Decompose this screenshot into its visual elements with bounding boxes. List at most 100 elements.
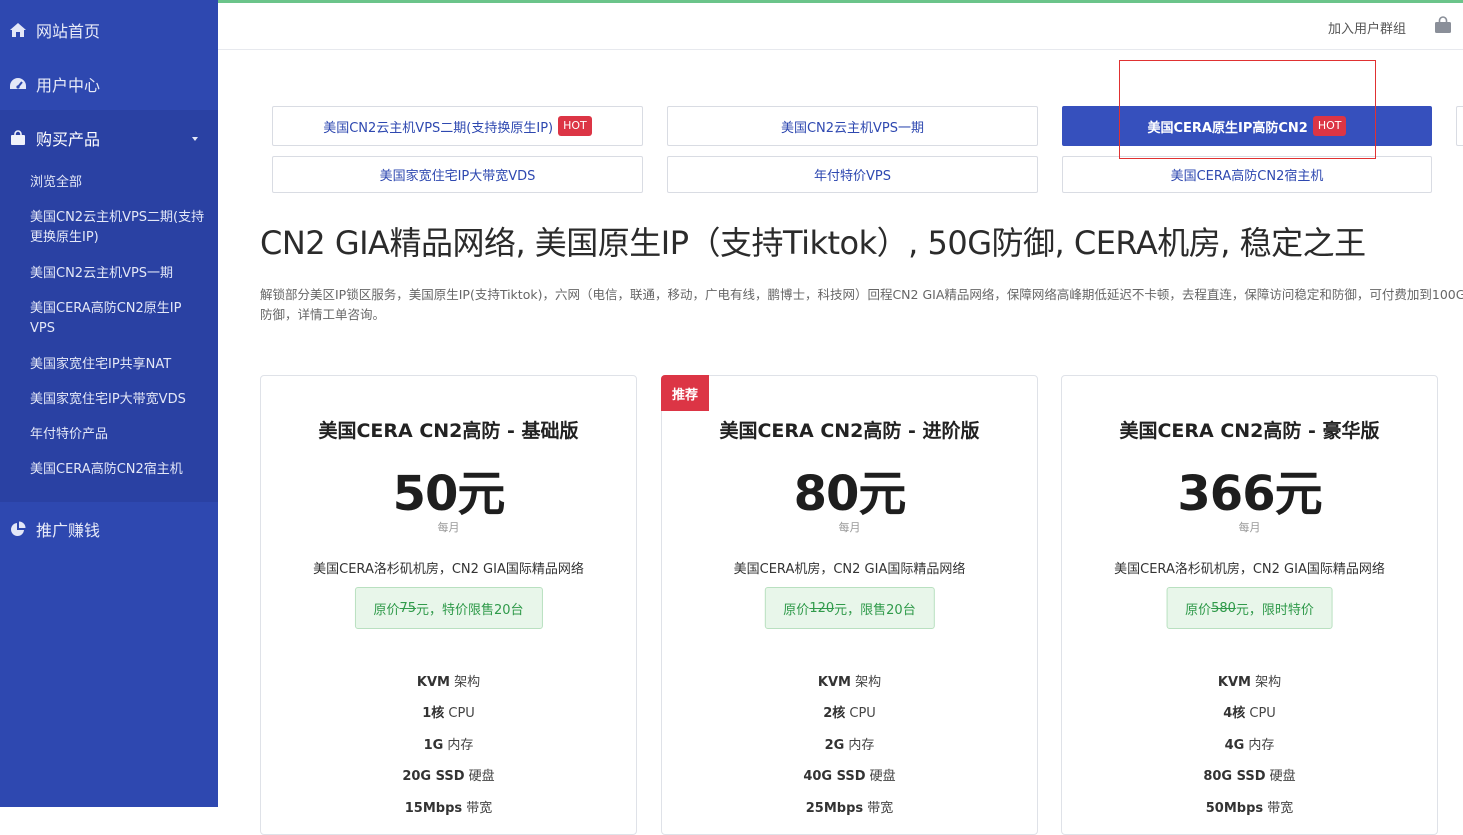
spec-value: 2核 (823, 706, 846, 721)
spec-row: 2核 CPU (662, 702, 1037, 721)
promo-prefix: 原价 (1185, 602, 1212, 618)
spec-value: 15Mbps (404, 801, 463, 816)
spec-label: 带宽 (863, 801, 894, 816)
promo-box: 原价 580 元，限时特价 (1166, 587, 1333, 629)
page-description: 解锁部分美区IP锁区服务，美国原生IP(支持Tiktok)，六网（电信，联通，移… (260, 287, 1463, 322)
spec-value: KVM (817, 675, 851, 690)
sub-item-annual[interactable]: 年付特价产品 (30, 425, 210, 445)
spec-label: 架构 (1250, 675, 1282, 690)
nav-home[interactable]: 网站首页 (0, 3, 218, 57)
spec-label: CPU (444, 706, 475, 721)
dashboard-icon (0, 76, 36, 92)
nav-buy-label: 购买产品 (36, 130, 101, 149)
spec-value: 2G (824, 738, 845, 753)
original-price: 120 (809, 600, 835, 616)
tab-annual-vps[interactable]: 年付特价VPS (667, 156, 1038, 193)
product-card: 美国CERA CN2高防 - 豪华版 366元 每月 美国CERA洛杉矶机房，C… (1061, 375, 1438, 835)
page-title: CN2 GIA精品网络, 美国原生IP（支持Tiktok）, 50G防御, CE… (260, 224, 1366, 262)
tab-label: 美国CERA高防CN2宿主机 (1170, 169, 1324, 184)
sub-item-home-nat[interactable]: 美国家宽住宅IP共享NAT (30, 355, 210, 375)
spec-value: KVM (416, 675, 450, 690)
product-card: 美国CERA CN2高防 - 基础版 50元 每月 美国CERA洛杉矶机房，CN… (260, 375, 637, 835)
product-location: 美国CERA机房，CN2 GIA国际精品网络 (733, 562, 966, 577)
spec-label: 硬盘 (464, 769, 495, 784)
spec-label: CPU (1245, 706, 1276, 721)
product-price: 50元 (392, 466, 506, 522)
nav-affiliate-label: 推广赚钱 (36, 521, 101, 540)
spec-value: 1核 (422, 706, 445, 721)
spec-value: 80G SSD (1203, 769, 1266, 784)
spec-label: CPU (845, 706, 876, 721)
spec-label: 带宽 (1263, 801, 1294, 816)
spec-value: 25Mbps (805, 801, 864, 816)
highlight-box (1119, 60, 1376, 159)
product-title: 美国CERA CN2高防 - 豪华版 (1119, 420, 1380, 442)
tab-label: 美国CN2云主机VPS二期(支持换原生IP) (323, 120, 554, 136)
promo-suffix: 元，限售20台 (834, 602, 916, 618)
spec-row: 1核 CPU (261, 702, 636, 721)
spec-label: 硬盘 (1265, 769, 1296, 784)
tab-cn2-vps-2[interactable]: 美国CN2云主机VPS二期(支持换原生IP) HOT (272, 106, 643, 146)
spec-label: 内存 (1244, 738, 1275, 753)
spec-label: 架构 (850, 675, 882, 690)
nav-user-center[interactable]: 用户中心 (0, 57, 218, 111)
tab-label: 美国家宽住宅IP大带宽VDS (379, 169, 536, 184)
spec-row: 4核 CPU (1062, 702, 1437, 721)
spec-row: 1G 内存 (261, 734, 636, 753)
tab-cn2-vps-1[interactable]: 美国CN2云主机VPS一期 (667, 106, 1038, 146)
sub-item-cera-host[interactable]: 美国CERA高防CN2宿主机 (30, 460, 210, 480)
chevron-down-icon (192, 137, 198, 141)
tab-home-vds[interactable]: 美国家宽住宅IP大带宽VDS (272, 156, 643, 193)
promo-prefix: 原价 (373, 602, 400, 618)
spec-row: 4G 内存 (1062, 734, 1437, 753)
original-price: 580 (1211, 600, 1236, 616)
spec-value: 4核 (1223, 706, 1246, 721)
spec-row: 2G 内存 (662, 734, 1037, 753)
nav-affiliate[interactable]: 推广赚钱 (0, 502, 218, 556)
spec-row: 80G SSD 硬盘 (1062, 765, 1437, 784)
original-price: 75 (399, 600, 417, 616)
product-title: 美国CERA CN2高防 - 基础版 (318, 420, 579, 442)
sub-item-browse-all[interactable]: 浏览全部 (30, 173, 210, 193)
product-title: 美国CERA CN2高防 - 进阶版 (719, 420, 980, 442)
spec-label: 架构 (449, 675, 481, 690)
spec-row: 20G SSD 硬盘 (261, 765, 636, 784)
promo-box: 原价 120 元，限售20台 (764, 587, 935, 629)
tab-overflow[interactable] (1456, 106, 1463, 146)
pie-chart-icon (0, 521, 36, 537)
spec-row: KVM 架构 (261, 671, 636, 690)
home-icon (0, 22, 36, 38)
spec-value: 40G SSD (803, 769, 866, 784)
spec-value: 50Mbps (1205, 801, 1264, 816)
promo-prefix: 原价 (783, 602, 810, 618)
promo-suffix: 元，特价限售20台 (416, 602, 524, 618)
sub-item-cn2-vps-2[interactable]: 美国CN2云主机VPS二期(支持更换原生IP) (30, 208, 210, 248)
sidebar: 网站首页 用户中心 购买产品 浏览全部 美国CN2云主机VPS二期(支持更换原生… (0, 0, 218, 807)
spec-row: KVM 架构 (1062, 671, 1437, 690)
product-price: 80元 (793, 466, 907, 522)
spec-label: 内存 (443, 738, 474, 753)
sub-item-cn2-vps-1[interactable]: 美国CN2云主机VPS一期 (30, 264, 210, 284)
spec-row: 40G SSD 硬盘 (662, 765, 1037, 784)
sub-item-home-vds[interactable]: 美国家宽住宅IP大带宽VDS (30, 390, 210, 410)
spec-label: 带宽 (462, 801, 493, 816)
sub-item-cera-vps[interactable]: 美国CERA高防CN2原生IP VPS (30, 299, 195, 339)
cart-icon[interactable] (1434, 16, 1452, 38)
recommended-badge: 推荐 (661, 375, 709, 411)
join-group-link[interactable]: 加入用户群组 (1328, 18, 1406, 37)
tab-label: 美国CN2云主机VPS一期 (780, 120, 925, 136)
spec-value: 1G (423, 738, 444, 753)
shopping-bag-icon (0, 130, 36, 146)
spec-label: 硬盘 (865, 769, 896, 784)
spec-value: 20G SSD (402, 769, 465, 784)
nav-home-label: 网站首页 (36, 22, 101, 41)
spec-row: KVM 架构 (662, 671, 1037, 690)
spec-label: 内存 (844, 738, 875, 753)
promo-box: 原价 75 元，特价限售20台 (354, 587, 543, 629)
hot-badge: HOT (558, 116, 592, 136)
nav-buy[interactable]: 购买产品 (0, 111, 218, 165)
product-card: 推荐 美国CERA CN2高防 - 进阶版 80元 每月 美国CERA机房，CN… (661, 375, 1038, 835)
product-period: 每月 (838, 521, 861, 534)
product-price: 366元 (1177, 466, 1322, 522)
tab-cera-host[interactable]: 美国CERA高防CN2宿主机 (1062, 156, 1432, 193)
